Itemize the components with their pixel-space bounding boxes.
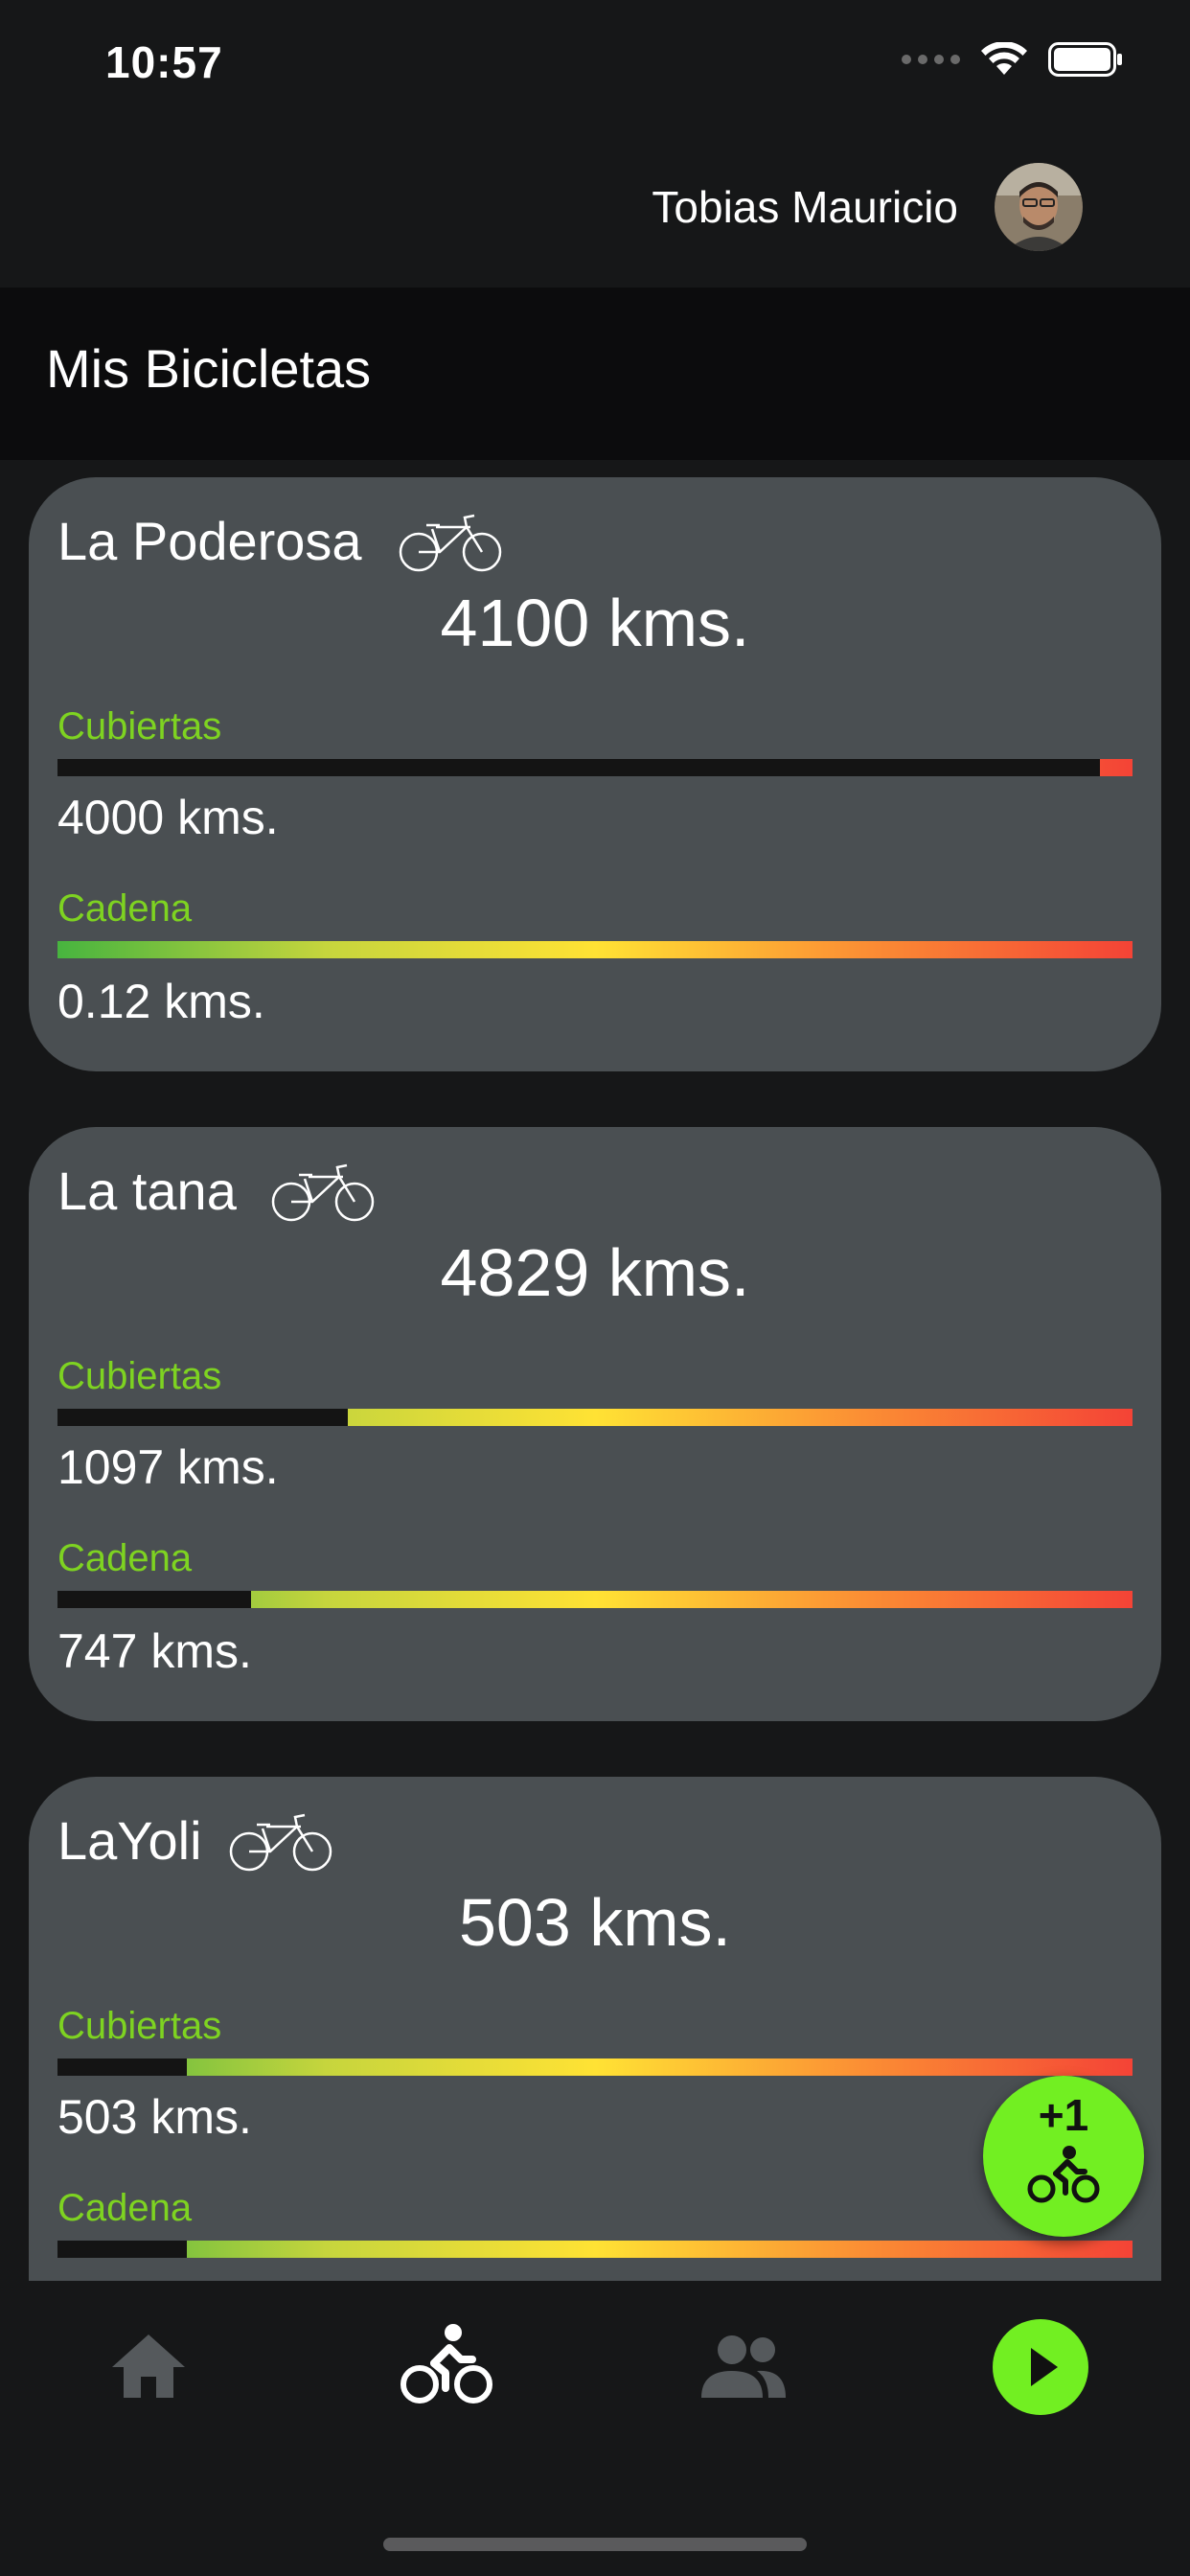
nav-start-ride[interactable] xyxy=(983,2310,1098,2425)
wifi-icon xyxy=(981,42,1027,75)
part-km: 503 kms. xyxy=(57,2090,252,2144)
bike-card[interactable]: La Poderosa 4100 kms. Cubiertas 4000 kms… xyxy=(29,477,1161,1071)
bike-name: La Poderosa xyxy=(57,511,362,571)
part-label-chain: Cadena xyxy=(57,2187,193,2229)
status-time: 10:57 xyxy=(105,37,223,87)
wear-bar-track xyxy=(57,2241,187,2258)
wear-bar xyxy=(57,1409,1133,1426)
bike-name: LaYoli xyxy=(57,1810,202,1871)
part-km: 0.12 kms. xyxy=(57,975,265,1028)
total-km: 503 kms. xyxy=(459,1885,731,1960)
part-label-tires: Cubiertas xyxy=(57,705,222,748)
status-icons xyxy=(902,42,1123,77)
status-bar: 10:57 xyxy=(0,0,1190,134)
add-ride-button[interactable]: +1 xyxy=(983,2076,1144,2237)
cyclist-icon xyxy=(400,2324,492,2404)
part-km: 747 kms. xyxy=(57,1624,252,1678)
wear-bar-track xyxy=(57,1591,251,1608)
total-km: 4100 kms. xyxy=(440,586,750,660)
cellular-signal-icon xyxy=(902,55,960,64)
part-label-chain: Cadena xyxy=(57,1537,193,1579)
part-km: 4000 kms. xyxy=(57,791,279,844)
page-title: Mis Bicicletas xyxy=(46,338,372,399)
bicycle-icon xyxy=(399,514,502,572)
nav-bikes[interactable] xyxy=(388,2310,503,2425)
bike-name: La tana xyxy=(57,1161,237,1221)
wear-bar xyxy=(57,2241,1133,2258)
wear-bar-track xyxy=(57,2058,187,2076)
wear-bar xyxy=(57,2058,1133,2076)
bike-card[interactable]: La tana 4829 kms. Cubiertas 1097 kms. Ca… xyxy=(29,1127,1161,1721)
wear-bar-track xyxy=(57,1409,348,1426)
cyclist-icon xyxy=(1027,2146,1100,2203)
add-ride-label: +1 xyxy=(1038,2090,1089,2140)
wear-bar xyxy=(57,759,1133,776)
user-name: Tobias Mauricio xyxy=(652,182,958,232)
people-icon xyxy=(701,2335,786,2398)
home-icon xyxy=(112,2334,185,2398)
total-km: 4829 kms. xyxy=(440,1235,750,1310)
wear-bar xyxy=(57,941,1133,958)
nav-home[interactable] xyxy=(91,2310,206,2425)
bottom-nav xyxy=(0,2281,1190,2576)
wear-bar-track xyxy=(57,759,1101,776)
part-label-tires: Cubiertas xyxy=(57,2005,222,2047)
user-profile[interactable]: Tobias Mauricio xyxy=(652,163,1083,251)
home-indicator[interactable] xyxy=(383,2538,807,2551)
play-icon xyxy=(993,2319,1088,2415)
part-label-chain: Cadena xyxy=(57,887,193,930)
avatar[interactable] xyxy=(995,163,1083,251)
part-label-tires: Cubiertas xyxy=(57,1355,222,1397)
header-band: Mis Bicicletas xyxy=(0,288,1190,460)
bicycle-icon xyxy=(229,1813,332,1872)
bicycle-icon xyxy=(271,1163,375,1222)
nav-people[interactable] xyxy=(686,2310,801,2425)
battery-icon xyxy=(1048,42,1122,77)
part-km: 1097 kms. xyxy=(57,1440,279,1494)
wear-bar xyxy=(57,1591,1133,1608)
